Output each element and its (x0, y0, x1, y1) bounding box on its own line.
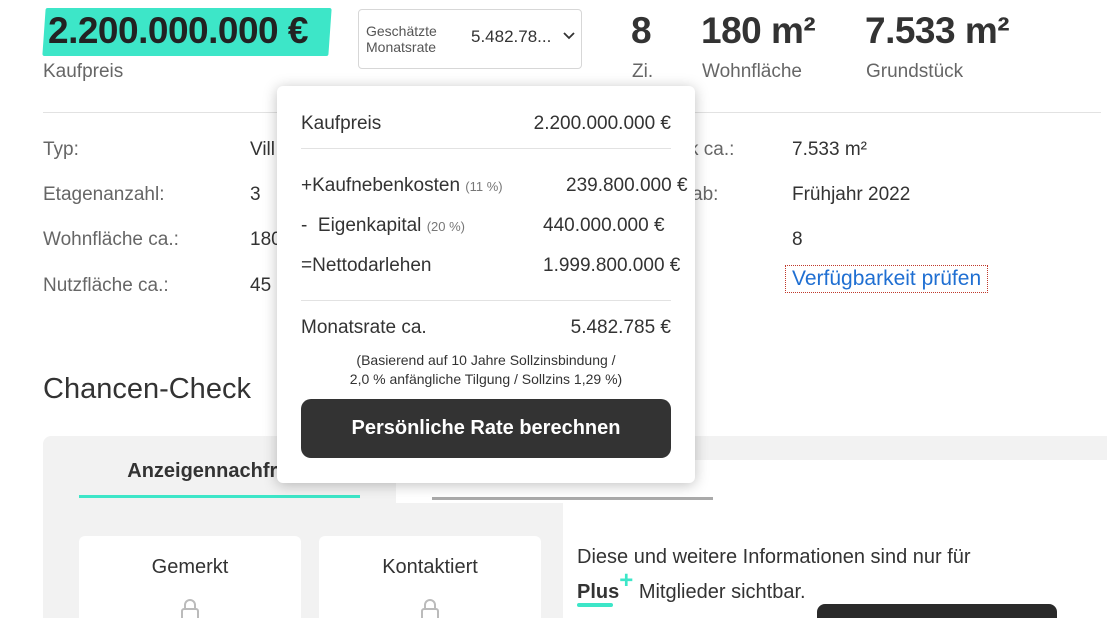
detail-value-rooms: 8 (792, 229, 803, 250)
detail-value-floors: 3 (250, 184, 261, 205)
living-area-value: 180 m² (701, 10, 816, 51)
availability-link[interactable]: Verfügbarkeit prüfen (784, 265, 989, 293)
popup-costs-label: +Kaufnebenkosten (11 %) (301, 175, 503, 196)
popup-divider (301, 300, 671, 301)
plot-value: 7.533 m² (865, 10, 1010, 51)
popup-equity-label: - Eigenkapital (20 %) (301, 215, 465, 236)
popup-costs-value: 239.800.000 € (566, 175, 688, 196)
popup-arrow (461, 74, 485, 86)
popup-divider (301, 148, 671, 149)
detail-term-floors: Etagenanzahl: (43, 184, 165, 205)
card-contacted: Kontaktiert (319, 536, 541, 618)
plus-logo: Plus (577, 576, 619, 609)
monthly-rate-label: Geschätzte Monatsrate (366, 23, 437, 55)
plus-cta-button[interactable] (817, 604, 1057, 618)
card-saved-title: Gemerkt (151, 556, 229, 578)
detail-term-living-area: Wohnfläche ca.: (43, 229, 179, 250)
card-contacted-title: Kontaktiert (382, 556, 478, 578)
detail-term-type: Typ: (43, 139, 79, 160)
plus-text-before: Diese und weitere Informationen sind nur… (577, 546, 971, 568)
price-value: 2.200.000.000 € (48, 10, 308, 51)
detail-value-usable-area: 45 (250, 275, 272, 296)
popup-price-value: 2.200.000.000 € (533, 113, 671, 134)
rate-popup: Kaufpreis 2.200.000.000 € +Kaufnebenkost… (277, 86, 695, 483)
lock-icon (421, 599, 439, 618)
popup-equity-value: 440.000.000 € (543, 215, 665, 236)
plus-info-text: Diese und weitere Informationen sind nur… (577, 541, 1047, 609)
living-area-label: Wohnfläche (702, 61, 802, 82)
detail-value-plot: 7.533 m² (792, 139, 867, 160)
detail-value-type: Vill (250, 139, 275, 160)
monthly-rate-dropdown[interactable]: Geschätzte Monatsrate 5.482.78... (358, 9, 582, 69)
rooms-value: 8 (631, 10, 652, 51)
popup-net-loan-label: =Nettodarlehen (301, 255, 432, 276)
monthly-rate-value: 5.482.78... (471, 27, 552, 46)
popup-net-loan-value: 1.999.800.000 € (543, 255, 681, 276)
detail-term-plot: k ca.: (689, 139, 735, 160)
lock-icon (181, 599, 199, 618)
popup-note: (Basierend auf 10 Jahre Sollzinsbindung … (349, 352, 623, 387)
section-title: Chancen-Check (43, 373, 251, 405)
plus-icon: + (619, 567, 634, 594)
rooms-label: Zi. (632, 61, 654, 82)
detail-value-available: Frühjahr 2022 (792, 184, 911, 205)
popup-monthly-value: 5.482.785 € (570, 317, 671, 338)
calculate-rate-button[interactable]: Persönliche Rate berechnen (301, 399, 671, 458)
detail-term-available: ab: (692, 184, 719, 205)
plot-label: Grundstück (866, 61, 964, 82)
popup-price-label: Kaufpreis (301, 113, 382, 134)
card-saved: Gemerkt (79, 536, 301, 618)
chevron-down-icon (563, 32, 575, 40)
detail-term-usable-area: Nutzfläche ca.: (43, 275, 169, 296)
plus-text-after: Mitglieder sichtbar. (638, 581, 806, 603)
price-label: Kaufpreis (43, 61, 124, 82)
popup-monthly-label: Monatsrate ca. (301, 317, 427, 338)
